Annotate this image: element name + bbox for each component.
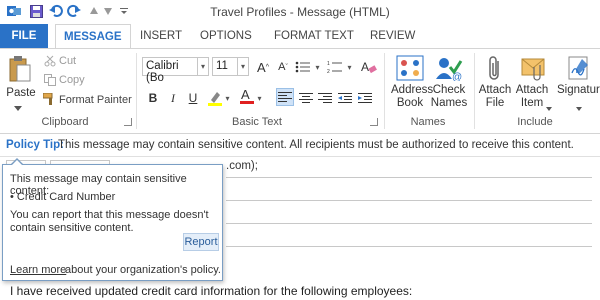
address-book-label-1[interactable]: Address (391, 84, 433, 97)
attach-item-icon[interactable] (520, 55, 548, 81)
bold-icon[interactable]: B (144, 89, 162, 107)
popup-report-line-2: contain sensitive content. (10, 222, 134, 234)
signature-dropdown-icon[interactable] (576, 101, 582, 111)
tab-format-text[interactable]: FORMAT TEXT (266, 24, 362, 48)
report-button[interactable]: Report (183, 233, 219, 251)
bullets-icon[interactable] (294, 58, 312, 76)
clipboard-launcher-icon[interactable] (124, 118, 132, 126)
tab-file[interactable]: FILE (0, 24, 48, 48)
group-label-basic-text: Basic Text (232, 116, 282, 128)
ribbon: Paste Cut Copy Format Painter Clipboard … (0, 48, 600, 134)
svg-text:2: 2 (327, 69, 330, 74)
signature-label-1[interactable]: Signature (557, 84, 600, 97)
font-name-input[interactable]: Calibri (Bo (142, 57, 198, 84)
subject-field[interactable] (226, 201, 592, 223)
svg-text:A: A (361, 60, 369, 74)
align-right-icon[interactable] (316, 89, 334, 107)
group-divider (474, 53, 475, 129)
popup-report-line-1: You can report that this message doesn't (10, 209, 209, 221)
tab-review[interactable]: REVIEW (362, 24, 423, 48)
svg-text:1: 1 (327, 61, 330, 67)
grow-font-icon[interactable]: A ^ (254, 58, 272, 76)
underline-icon[interactable]: U (184, 89, 202, 107)
attach-item-label-1[interactable]: Attach (512, 84, 552, 97)
popup-item-credit-card: • Credit Card Number (10, 191, 116, 203)
numbering-icon[interactable]: 12 (326, 58, 344, 76)
to-field[interactable]: .com); (226, 160, 258, 172)
cut-button[interactable]: Cut (59, 55, 76, 67)
align-left-icon[interactable] (276, 88, 294, 106)
font-color-dropdown-icon[interactable]: ▾ (254, 89, 265, 107)
copy-icon[interactable] (44, 74, 56, 86)
svg-text:@: @ (452, 72, 462, 81)
chevron-down-icon[interactable] (14, 101, 22, 111)
popup-pointer-fill (11, 160, 23, 166)
tab-message[interactable]: MESSAGE (55, 24, 131, 48)
cc-field[interactable] (226, 178, 592, 200)
font-name-dropdown-icon[interactable]: ▾ (198, 57, 209, 76)
format-painter-icon[interactable] (42, 92, 57, 105)
decrease-indent-icon[interactable] (336, 89, 354, 107)
group-divider (384, 53, 385, 129)
learn-more-link[interactable]: Learn more (10, 264, 66, 276)
attach-item-dropdown-icon[interactable] (546, 101, 552, 111)
message-body[interactable]: I have received updated credit card info… (10, 284, 412, 298)
policy-tip-popup: This message may contain sensitive conte… (2, 164, 223, 281)
paste-icon[interactable] (8, 55, 32, 85)
paperclip-icon[interactable] (486, 55, 504, 83)
address-book-icon[interactable] (396, 55, 424, 81)
attach-file-label-1[interactable]: Attach (478, 84, 512, 97)
italic-icon[interactable]: I (164, 89, 182, 107)
policy-tip-bar: Policy Tip: This message may contain sen… (0, 135, 600, 157)
shrink-font-icon[interactable]: Aˇ (274, 58, 292, 76)
learn-more-text: about your organization's policy. (65, 264, 221, 276)
check-names-icon[interactable]: @ (435, 55, 463, 83)
group-label-include: Include (517, 116, 553, 128)
ribbon-tabs: FILE MESSAGE INSERT OPTIONS FORMAT TEXT … (0, 24, 600, 48)
title-bar: Travel Profiles - Message (HTML) (0, 0, 600, 24)
font-size-dropdown-icon[interactable]: ▾ (238, 57, 249, 76)
align-center-icon[interactable] (297, 89, 315, 107)
svg-text:A: A (241, 87, 250, 102)
group-divider (136, 53, 137, 129)
paste-button[interactable]: Paste (6, 87, 36, 100)
signature-icon[interactable] (566, 55, 592, 81)
group-label-clipboard: Clipboard (41, 116, 89, 128)
format-painter-button[interactable]: Format Painter (59, 94, 132, 106)
group-label-names: Names (410, 116, 446, 128)
policy-tip-text: This message may contain sensitive conte… (58, 139, 574, 151)
tab-options[interactable]: OPTIONS (192, 24, 260, 48)
highlight-dropdown-icon[interactable]: ▾ (222, 89, 233, 107)
policy-tip-label[interactable]: Policy Tip: (6, 139, 64, 151)
basic-text-launcher-icon[interactable] (370, 118, 378, 126)
check-names-label-2[interactable]: Names (430, 97, 468, 110)
field-divider (226, 223, 592, 224)
copy-button[interactable]: Copy (59, 74, 85, 86)
cut-icon[interactable] (44, 55, 56, 67)
field-divider (226, 246, 592, 247)
window-title: Travel Profiles - Message (HTML) (210, 5, 390, 19)
bullets-dropdown-icon[interactable]: ▾ (312, 58, 323, 76)
attach-file-label-2[interactable]: File (478, 97, 512, 110)
font-size-input[interactable]: 11 (212, 57, 238, 76)
tab-insert[interactable]: INSERT (132, 24, 190, 48)
check-names-label-1[interactable]: Check (430, 84, 468, 97)
clear-formatting-icon[interactable]: A (360, 58, 378, 76)
numbering-dropdown-icon[interactable]: ▾ (344, 58, 355, 76)
increase-indent-icon[interactable] (356, 89, 374, 107)
address-book-label-2[interactable]: Book (391, 97, 429, 110)
